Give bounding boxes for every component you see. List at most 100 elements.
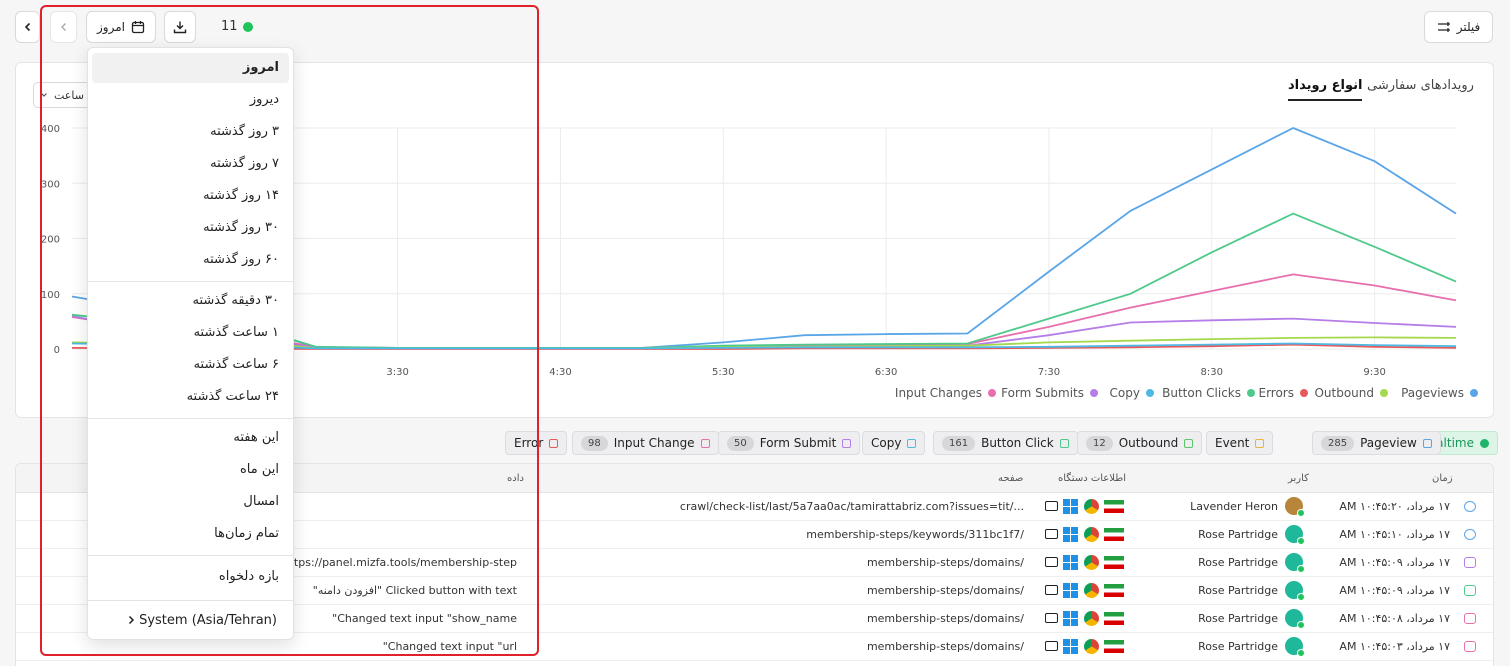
flag-iran-icon xyxy=(1104,500,1124,513)
online-indicator-icon xyxy=(1297,565,1305,573)
laptop-icon xyxy=(1045,585,1058,595)
time-preset-item[interactable]: ۱ ساعت گذشته xyxy=(92,318,289,348)
time-preset-item[interactable]: ۲۴ ساعت گذشته xyxy=(92,382,289,412)
legend-swatch-icon xyxy=(1247,389,1255,397)
row-page: membership-steps/domains/ xyxy=(866,640,1024,653)
col-time: زمان xyxy=(1432,473,1453,484)
time-preset-item[interactable]: ۶ ساعت گذشته xyxy=(92,350,289,380)
legend-item[interactable]: Form Submits xyxy=(1001,386,1098,400)
online-indicator-icon xyxy=(1297,649,1305,657)
legend-swatch-icon xyxy=(988,389,996,397)
legend-item[interactable]: Outbound xyxy=(1314,386,1388,400)
chip-label: Outbound xyxy=(1118,436,1179,450)
online-indicator-icon xyxy=(1297,509,1305,517)
chip-type-icon xyxy=(1422,438,1432,448)
time-preset-item[interactable]: ۳۰ دقیقه گذشته xyxy=(92,286,289,316)
flag-iran-icon xyxy=(1104,640,1124,653)
row-data: "افزودن دامنه" Clicked button with text xyxy=(312,584,517,597)
row-page: membership-steps/domains/ xyxy=(866,612,1024,625)
x-tick-label: 8:30 xyxy=(1201,367,1223,378)
windows-icon xyxy=(1063,583,1078,598)
event-type-icon xyxy=(1464,501,1476,512)
row-time: ۱۷ مرداد، ۱۰:۴۵:۱۰ AM xyxy=(1339,528,1450,541)
date-range-dropdown: امروز دیروز ۳ روز گذشته ۷ روز گذشته ۱۴ روز گ… xyxy=(87,47,294,640)
flag-iran-icon xyxy=(1104,612,1124,625)
legend-item[interactable]: Errors xyxy=(1258,386,1308,400)
chip-input-change[interactable]: 98 Input Change xyxy=(572,431,719,455)
legend-item[interactable]: Pageviews xyxy=(1401,386,1478,400)
date-preset-item[interactable]: ۶۰ روز گذشته xyxy=(92,245,289,275)
legend-item[interactable]: Copy xyxy=(1110,386,1154,400)
laptop-icon xyxy=(1045,529,1058,539)
row-time: ۱۷ مرداد، ۱۰:۴۵:۰۹ AM xyxy=(1339,556,1450,569)
period-preset-item[interactable]: تمام زمان‌ها xyxy=(92,519,289,549)
divider xyxy=(88,281,293,282)
period-preset-item[interactable]: این هفته xyxy=(92,423,289,453)
period-preset-item[interactable]: امسال xyxy=(92,487,289,517)
event-type-icon xyxy=(1464,529,1476,540)
custom-range-item[interactable]: بازه دلخواه xyxy=(92,562,289,592)
windows-icon xyxy=(1063,639,1078,654)
period-preset-item[interactable]: این ماه xyxy=(92,455,289,485)
chrome-icon xyxy=(1084,583,1099,598)
chip-pageview[interactable]: 285 Pageview xyxy=(1312,431,1441,455)
chip-count: 161 xyxy=(942,435,976,451)
date-preset-item[interactable]: ۱۴ روز گذشته xyxy=(92,181,289,211)
chip-count: 12 xyxy=(1086,435,1113,451)
legend-label: Form Submits xyxy=(1001,386,1084,400)
chip-type-icon xyxy=(700,438,710,448)
y-tick-label: 0 xyxy=(54,345,60,356)
legend-item[interactable]: Input Changes xyxy=(895,386,996,400)
x-tick-label: 3:30 xyxy=(386,367,408,378)
y-tick-label: 300 xyxy=(41,179,60,190)
flag-iran-icon xyxy=(1104,584,1124,597)
legend-label: Button Clicks xyxy=(1162,386,1241,400)
timezone-item[interactable]: System (Asia/Tehran) xyxy=(92,605,289,635)
legend-item[interactable]: Button Clicks xyxy=(1162,386,1255,400)
legend-swatch-icon xyxy=(1090,389,1098,397)
date-preset-item[interactable]: ۷ روز گذشته xyxy=(92,149,289,179)
windows-icon xyxy=(1063,499,1078,514)
laptop-icon xyxy=(1045,557,1058,567)
y-tick-label: 400 xyxy=(41,124,60,135)
row-data: "Changed text input "url xyxy=(382,640,517,653)
chip-event[interactable]: Event xyxy=(1206,431,1274,455)
date-preset-item[interactable]: ۳ روز گذشته xyxy=(92,117,289,147)
flag-iran-icon xyxy=(1104,528,1124,541)
chip-label: Input Change xyxy=(613,436,695,450)
chip-label: Error xyxy=(514,436,544,450)
divider xyxy=(88,418,293,419)
chip-type-icon xyxy=(842,438,852,448)
chip-count: 50 xyxy=(727,435,754,451)
chip-type-icon xyxy=(1059,438,1069,448)
chrome-icon xyxy=(1084,611,1099,626)
chip-copy[interactable]: Copy xyxy=(862,431,926,455)
chip-type-icon xyxy=(1255,438,1265,448)
legend-label: Input Changes xyxy=(894,386,982,400)
chip-button-click[interactable]: 161 Button Click xyxy=(933,431,1078,455)
legend-swatch-icon xyxy=(1380,389,1388,397)
chip-type-icon xyxy=(1479,438,1489,448)
date-preset-item[interactable]: ۳۰ روز گذشته xyxy=(92,213,289,243)
chip-outbound[interactable]: 12 Outbound xyxy=(1077,431,1203,455)
divider xyxy=(88,600,293,601)
online-indicator-icon xyxy=(1297,593,1305,601)
chip-form-submit[interactable]: 50 Form Submit xyxy=(718,431,861,455)
chip-count: 285 xyxy=(1321,435,1355,451)
legend-swatch-icon xyxy=(1470,389,1478,397)
row-data: "Changed text input "show_name xyxy=(332,612,517,625)
col-device: اطلاعات دستگاه xyxy=(1058,473,1126,484)
row-user: Lavender Heron xyxy=(1190,500,1278,513)
date-preset-item[interactable]: دیروز xyxy=(92,85,289,115)
chip-error[interactable]: Error xyxy=(505,431,568,455)
divider xyxy=(88,555,293,556)
chip-label: Event xyxy=(1215,436,1250,450)
windows-icon xyxy=(1063,555,1078,570)
windows-icon xyxy=(1063,527,1078,542)
x-tick-label: 5:30 xyxy=(712,367,734,378)
chrome-icon xyxy=(1084,555,1099,570)
legend-label: Copy xyxy=(1109,386,1140,400)
x-tick-label: 7:30 xyxy=(1038,367,1060,378)
online-indicator-icon xyxy=(1297,537,1305,545)
date-preset-item[interactable]: امروز xyxy=(92,53,289,83)
